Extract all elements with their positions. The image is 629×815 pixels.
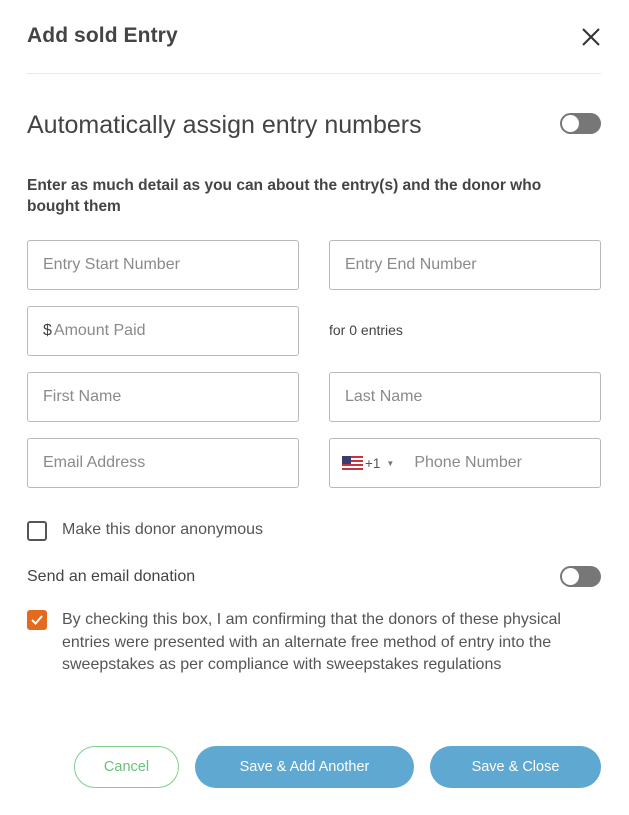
toggle-knob — [562, 568, 579, 585]
close-icon[interactable] — [580, 26, 602, 48]
caret-down-icon: ▼ — [386, 458, 395, 468]
toggle-knob — [562, 115, 579, 132]
email-donation-label: Send an email donation — [27, 568, 196, 585]
email-input[interactable]: Email Address — [27, 438, 299, 488]
auto-assign-toggle[interactable] — [560, 113, 601, 134]
last-name-input[interactable]: Last Name — [329, 372, 601, 422]
header-divider — [27, 73, 601, 74]
confirmation-checkbox[interactable] — [27, 610, 47, 630]
amount-paid-placeholder: Amount Paid — [53, 322, 146, 339]
checkmark-icon — [31, 615, 43, 625]
anonymous-checkbox[interactable] — [27, 521, 47, 541]
entry-end-input[interactable]: Entry End Number — [329, 240, 601, 290]
entry-start-input[interactable]: Entry Start Number — [27, 240, 299, 290]
phone-placeholder: Phone Number — [414, 454, 522, 471]
entries-count-note: for 0 entries — [329, 322, 403, 338]
instructions-text: Enter as much detail as you can about th… — [27, 177, 542, 215]
last-name-placeholder: Last Name — [345, 388, 423, 405]
first-name-input[interactable]: First Name — [27, 372, 299, 422]
dialog-title: Add sold Entry — [27, 24, 178, 47]
entry-start-placeholder: Entry Start Number — [43, 256, 180, 273]
entry-end-placeholder: Entry End Number — [345, 256, 477, 273]
first-name-placeholder: First Name — [43, 388, 122, 405]
save-close-button[interactable]: Save & Close — [430, 746, 601, 788]
country-code-select[interactable]: +1 ▼ — [342, 456, 394, 471]
anonymous-label: Make this donor anonymous — [62, 521, 263, 538]
phone-input[interactable]: +1 ▼ Phone Number — [329, 438, 601, 488]
country-code-label: +1 — [365, 455, 381, 471]
cancel-button[interactable]: Cancel — [74, 746, 179, 788]
currency-symbol: $ — [43, 322, 52, 339]
amount-paid-input[interactable]: $ Amount Paid — [27, 306, 299, 356]
email-donation-toggle[interactable] — [560, 566, 601, 587]
close-button[interactable] — [580, 26, 602, 48]
save-add-another-button[interactable]: Save & Add Another — [195, 746, 414, 788]
confirmation-label: By checking this box, I am confirming th… — [62, 611, 561, 673]
auto-assign-label: Automatically assign entry numbers — [27, 111, 422, 139]
us-flag-icon — [342, 456, 363, 470]
email-placeholder: Email Address — [43, 454, 146, 471]
